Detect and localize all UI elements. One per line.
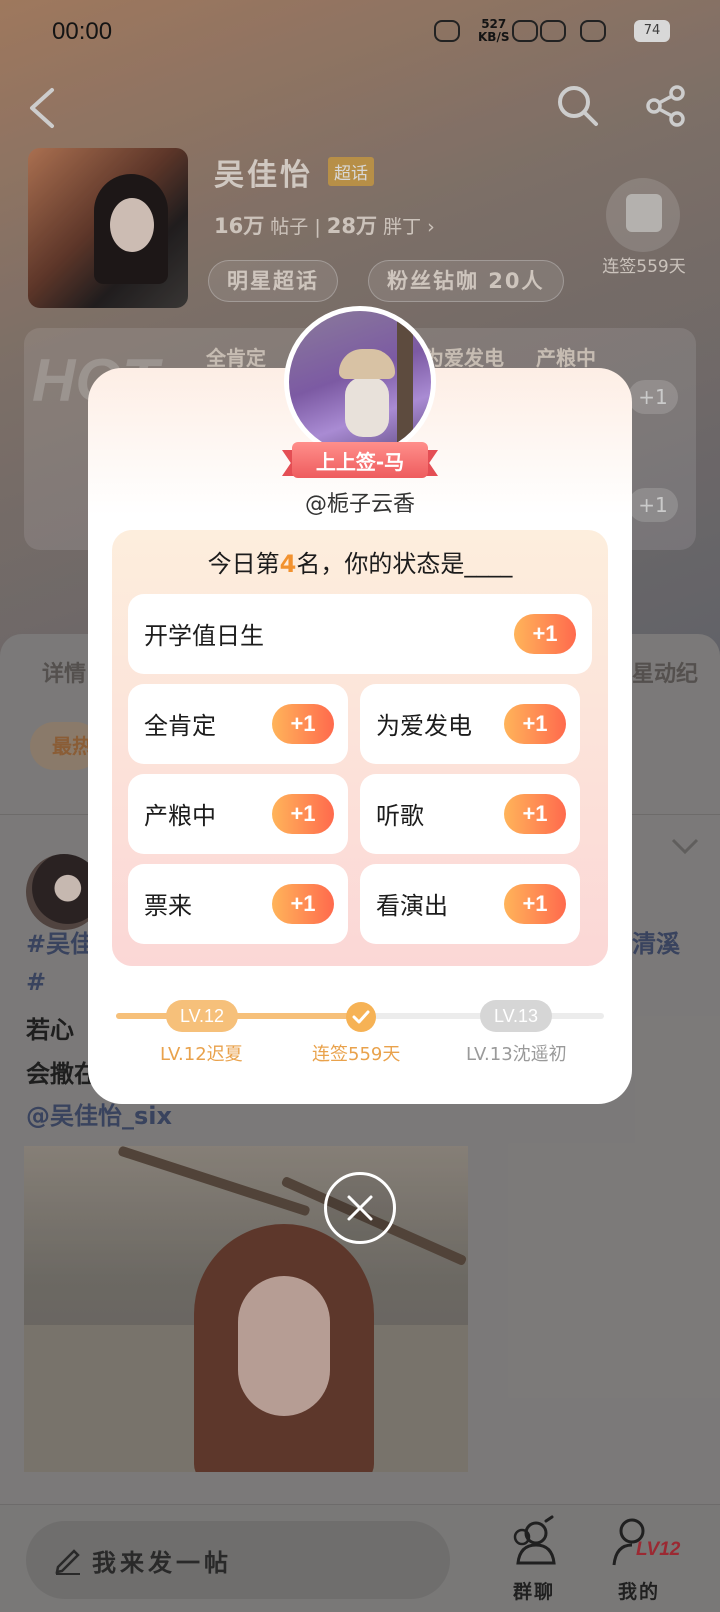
next-level-caption: LV.13沈遥初 xyxy=(466,1044,567,1065)
question-prefix: 今日第 xyxy=(207,550,280,578)
status-option[interactable]: 看演出 +1 xyxy=(360,864,580,944)
plus-one-button[interactable]: +1 xyxy=(272,884,334,924)
status-option-label: 听歌 xyxy=(376,802,424,830)
status-option[interactable]: 为爱发电 +1 xyxy=(360,684,580,764)
current-level-pill: LV.12 xyxy=(166,1000,238,1032)
status-option-label: 为爱发电 xyxy=(376,712,472,740)
plus-one-button[interactable]: +1 xyxy=(272,794,334,834)
status-option-label: 产粮中 xyxy=(144,802,216,830)
plus-one-button[interactable]: +1 xyxy=(504,704,566,744)
plus-one-button[interactable]: +1 xyxy=(514,614,576,654)
status-option-label: 看演出 xyxy=(376,892,448,920)
checkmark-icon xyxy=(346,1002,376,1032)
current-level-caption: LV.12迟夏 xyxy=(160,1044,243,1065)
status-option[interactable]: 票来 +1 xyxy=(128,864,348,944)
avatar-figure xyxy=(345,377,389,437)
fan-username: @栀子云香 xyxy=(304,492,415,517)
next-level-pill: LV.13 xyxy=(480,1000,552,1032)
status-option-label: 全肯定 xyxy=(144,712,216,740)
close-button[interactable] xyxy=(324,1172,396,1244)
status-option-label: 开学值日生 xyxy=(144,622,264,650)
status-option[interactable]: 听歌 +1 xyxy=(360,774,580,854)
fortune-banner: 上上签-马 xyxy=(282,440,438,482)
question-suffix: 名，你的状态是____ xyxy=(296,550,513,578)
status-option-label: 票来 xyxy=(144,892,192,920)
fan-avatar xyxy=(284,306,436,458)
level-progress-fill xyxy=(116,1013,360,1019)
avatar-tree xyxy=(397,311,413,453)
status-option[interactable]: 产粮中 +1 xyxy=(128,774,348,854)
status-picker: 今日第4名，你的状态是____ 开学值日生 +1 全肯定 +1 为爱发电 +1 … xyxy=(112,530,608,966)
streak-caption: 连签559天 xyxy=(312,1044,401,1065)
status-option[interactable]: 全肯定 +1 xyxy=(128,684,348,764)
avatar-hat xyxy=(339,349,395,379)
plus-one-button[interactable]: +1 xyxy=(504,884,566,924)
status-option[interactable]: 开学值日生 +1 xyxy=(128,594,592,674)
plus-one-button[interactable]: +1 xyxy=(504,794,566,834)
fortune-text: 上上签-马 xyxy=(315,450,405,474)
plus-one-button[interactable]: +1 xyxy=(272,704,334,744)
status-question: 今日第4名，你的状态是____ xyxy=(112,544,608,579)
close-icon xyxy=(347,1195,373,1221)
checkin-rank: 4 xyxy=(279,550,297,578)
